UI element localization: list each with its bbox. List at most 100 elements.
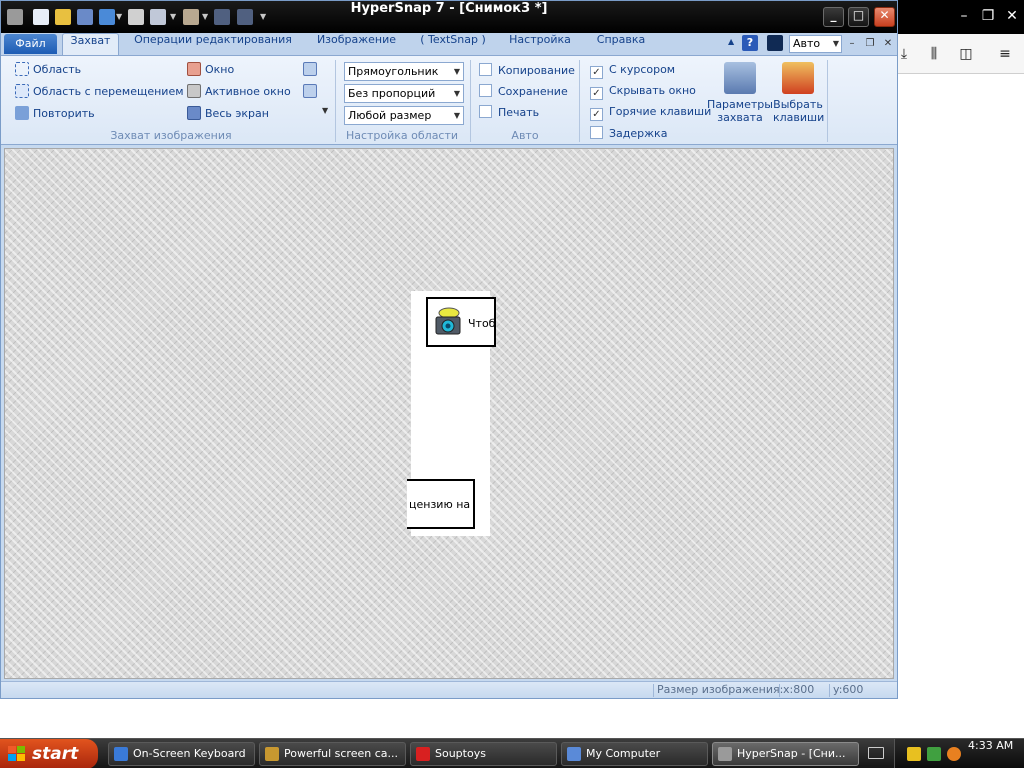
chevron-up-icon[interactable]: ▲ bbox=[728, 37, 734, 46]
sidebar-icon[interactable]: ◫ bbox=[955, 44, 977, 64]
status-divider bbox=[779, 684, 780, 697]
minimize-button[interactable]: _ bbox=[823, 7, 844, 27]
maximize-button[interactable]: □ bbox=[848, 7, 869, 27]
captured-image[interactable]: Чтоб цензию на bbox=[407, 291, 496, 536]
background-close-button[interactable]: ✕ bbox=[1001, 6, 1023, 26]
capture-active-window-label: Активное окно bbox=[205, 85, 291, 98]
tab-edit-operations[interactable]: Операции редактирования bbox=[130, 33, 296, 55]
keyboard-tray-icon[interactable] bbox=[868, 747, 884, 759]
help-icon[interactable]: ? bbox=[742, 35, 758, 51]
tab-image[interactable]: Изображение bbox=[307, 33, 406, 55]
auto-print-checkbox[interactable]: Печать bbox=[479, 105, 539, 121]
group-divider bbox=[827, 60, 828, 142]
checkbox-box bbox=[590, 126, 603, 139]
shield-icon[interactable] bbox=[907, 747, 921, 761]
tab-help[interactable]: Справка bbox=[589, 33, 653, 55]
mdi-restore-button[interactable]: ❐ bbox=[862, 36, 878, 52]
search-icon[interactable] bbox=[767, 35, 783, 51]
chevron-down-icon: ▼ bbox=[453, 67, 460, 76]
repeat-capture-button[interactable]: Повторить bbox=[15, 106, 95, 124]
chevron-down-icon: ▼ bbox=[453, 111, 460, 120]
task-powerful-screen[interactable]: Powerful screen ca... bbox=[259, 742, 406, 766]
choose-keys-button[interactable]: Выбрать клавиши bbox=[773, 62, 825, 124]
network-icon[interactable] bbox=[927, 747, 941, 761]
capture-region-label: Область bbox=[33, 63, 82, 76]
capture-extra-button-2[interactable] bbox=[303, 84, 321, 102]
hotkeys-checkbox[interactable]: ✓ Горячие клавиши bbox=[590, 105, 711, 121]
hide-window-checkbox[interactable]: ✓ Скрывать окно bbox=[590, 84, 696, 100]
checkbox-box bbox=[479, 63, 492, 76]
auto-save-checkbox[interactable]: Сохранение bbox=[479, 84, 568, 100]
background-minimize-button[interactable]: – bbox=[953, 6, 975, 26]
choose-keys-label: Выбрать клавиши bbox=[773, 98, 825, 124]
tab-file[interactable]: Файл bbox=[4, 34, 57, 54]
auto-copy-checkbox[interactable]: Копирование bbox=[479, 63, 575, 79]
mdi-minimize-button[interactable]: – bbox=[844, 36, 860, 52]
snapshot-text: цензию на bbox=[409, 498, 471, 511]
background-restore-button[interactable]: ❐ bbox=[977, 6, 999, 26]
start-button[interactable]: start bbox=[0, 739, 98, 768]
search-icon[interactable] bbox=[947, 747, 961, 761]
capture-params-label: Параметры захвата bbox=[707, 98, 773, 124]
image-width-value: x:800 bbox=[783, 683, 815, 696]
chevron-down-icon[interactable]: ▼ bbox=[322, 106, 328, 124]
delay-checkbox[interactable]: Задержка bbox=[590, 126, 667, 142]
tab-settings[interactable]: Настройка bbox=[501, 33, 579, 55]
task-label: Souptoys bbox=[435, 747, 486, 760]
task-label: HyperSnap - [Сни... bbox=[737, 747, 846, 760]
close-button[interactable]: ✕ bbox=[874, 7, 895, 27]
task-hypersnap[interactable]: HyperSnap - [Сни... bbox=[712, 742, 859, 766]
snapshot-dialog-box: цензию на bbox=[407, 479, 475, 529]
repeat-capture-label: Повторить bbox=[33, 107, 95, 120]
browser-icon bbox=[265, 747, 279, 761]
souptoys-icon bbox=[416, 747, 430, 761]
hypersnap-window: ▼ ▼ ▼ ▼ HyperSnap 7 - [Снимок3 *] _ □ ✕ … bbox=[0, 0, 898, 699]
auto-group-label: Авто bbox=[511, 129, 539, 142]
hypersnap-icon bbox=[718, 747, 732, 761]
repeat-icon bbox=[15, 106, 29, 120]
tab-capture[interactable]: Захват bbox=[62, 33, 119, 55]
proportion-select-value: Без пропорций bbox=[348, 87, 436, 100]
group-divider bbox=[335, 60, 336, 142]
tab-textsnap[interactable]: ( TextSnap ) bbox=[414, 33, 492, 55]
capture-group-label: Захват изображения bbox=[110, 129, 232, 142]
window-icon bbox=[187, 62, 201, 76]
capture-region-scroll-label: Область с перемещением bbox=[33, 85, 184, 98]
ribbon: Область Область с перемещением Повторить… bbox=[1, 55, 897, 145]
checkbox-box bbox=[479, 105, 492, 118]
status-divider bbox=[653, 684, 654, 697]
library-icon[interactable]: ⫼ bbox=[923, 44, 945, 64]
region-scroll-icon bbox=[15, 84, 29, 98]
capture-params-button[interactable]: Параметры захвата bbox=[707, 62, 773, 124]
auto-select[interactable]: Авто ▼ bbox=[789, 35, 842, 53]
auto-select-value: Авто bbox=[793, 37, 821, 50]
capture-region-scroll-button[interactable]: Область с перемещением bbox=[15, 84, 184, 102]
checkmark-icon: ✓ bbox=[590, 108, 603, 121]
capture-full-screen-button[interactable]: Весь экран bbox=[187, 106, 269, 124]
shape-select[interactable]: Прямоугольник ▼ bbox=[344, 62, 464, 81]
capture-scroll-icon bbox=[303, 84, 317, 98]
menu-icon[interactable]: ≡ bbox=[994, 44, 1016, 64]
capture-window-button[interactable]: Окно bbox=[187, 62, 234, 80]
window-title: HyperSnap 7 - [Снимок3 *] bbox=[350, 1, 548, 16]
proportion-select[interactable]: Без пропорций ▼ bbox=[344, 84, 464, 103]
task-my-computer[interactable]: My Computer bbox=[561, 742, 708, 766]
capture-button-icon bbox=[303, 62, 317, 76]
capture-active-window-button[interactable]: Активное окно bbox=[187, 84, 291, 102]
size-select[interactable]: Любой размер ▼ bbox=[344, 106, 464, 125]
image-size-label: Размер изображения: bbox=[657, 683, 784, 696]
capture-extra-button-1[interactable] bbox=[303, 62, 321, 80]
delay-label: Задержка bbox=[609, 127, 668, 140]
with-cursor-label: С курсором bbox=[609, 63, 676, 76]
task-label: Powerful screen ca... bbox=[284, 747, 398, 760]
task-on-screen-keyboard[interactable]: On-Screen Keyboard bbox=[108, 742, 255, 766]
group-divider bbox=[470, 60, 471, 142]
with-cursor-checkbox[interactable]: ✓ С курсором bbox=[590, 63, 675, 79]
snapshot-text: Чтоб bbox=[468, 317, 496, 330]
mdi-close-button[interactable]: ✕ bbox=[880, 36, 896, 52]
task-souptoys[interactable]: Souptoys bbox=[410, 742, 557, 766]
image-canvas[interactable]: Чтоб цензию на bbox=[4, 148, 894, 679]
capture-region-button[interactable]: Область bbox=[15, 62, 81, 80]
checkmark-icon: ✓ bbox=[590, 66, 603, 79]
settings-tools-icon bbox=[724, 62, 756, 94]
